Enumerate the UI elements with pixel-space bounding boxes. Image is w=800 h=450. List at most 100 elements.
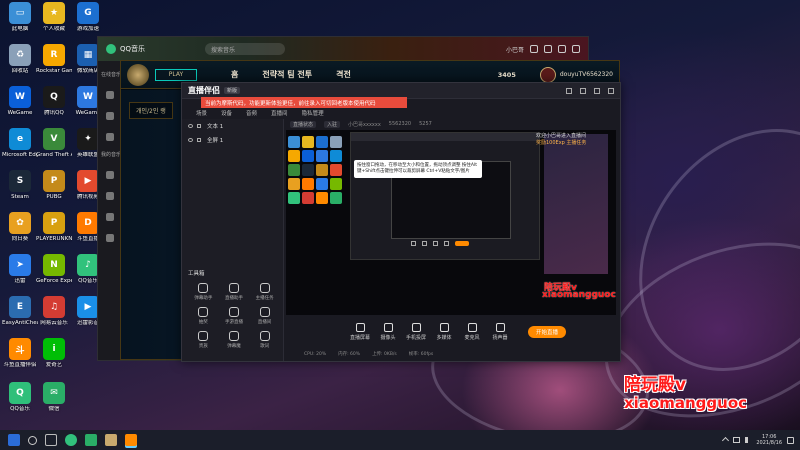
notification-icon[interactable] <box>787 436 794 444</box>
start-live-button[interactable]: 开始直播 <box>528 326 567 338</box>
desktop-icon-label: 向日葵 <box>11 236 29 242</box>
recent-icon[interactable] <box>106 234 114 242</box>
lol-avatar[interactable] <box>539 66 556 83</box>
desktop-icon[interactable]: ★ 个人收藏 <box>36 2 72 33</box>
lol-play-button[interactable]: PLAY <box>155 68 197 81</box>
desktop-icon[interactable]: P PUBG <box>36 170 72 201</box>
eye-icon[interactable] <box>188 124 193 128</box>
scene-item[interactable]: 文本 1 <box>182 119 283 133</box>
radio-icon[interactable] <box>106 133 114 141</box>
app-icon: P <box>43 212 65 234</box>
zhibo-window[interactable]: 直播伴侣 新版 当前为摩斯代码，功能更新体验更佳，前往录入可切回老版本使用代码 … <box>181 82 621 362</box>
tab-room[interactable]: 直播间 <box>271 109 288 119</box>
desktop-icon[interactable]: ➤ 迅雷 <box>2 254 38 285</box>
source-button[interactable]: 手机投屏 <box>402 323 430 341</box>
desktop-icon-label: QQ音乐 <box>10 406 30 412</box>
lock-icon[interactable] <box>197 124 201 128</box>
tool-icon <box>198 307 209 317</box>
desktop-icon[interactable]: ▭ 此电脑 <box>2 2 38 33</box>
desktop-icon[interactable]: ♻ 回收站 <box>2 44 38 75</box>
desktop-icon[interactable]: P PLAYERUNKNOWN'S BATTLEGROUNDS <box>36 212 72 243</box>
volume-icon[interactable] <box>745 437 751 443</box>
toolbox-item[interactable]: 弹幕魔 <box>219 331 250 349</box>
desktop-icon[interactable]: Q 腾讯QQ <box>36 86 72 117</box>
toolbox-item[interactable]: 贵族 <box>188 331 219 349</box>
qqmusic-user[interactable]: 小巴哥 <box>506 45 524 54</box>
menu-icon[interactable] <box>566 87 572 94</box>
tray-chevron-icon[interactable] <box>722 436 730 444</box>
search-icon[interactable] <box>28 435 37 445</box>
tab-scene[interactable]: 场景 <box>196 109 207 119</box>
eye-icon[interactable] <box>188 138 193 142</box>
desktop-icon[interactable]: ♫ 网易云音乐 <box>36 296 72 327</box>
desktop-icon[interactable]: V Grand Theft Auto V <box>36 128 72 159</box>
source-button[interactable]: 麦克风 <box>458 323 486 341</box>
toolbox-item[interactable]: 直播助手 <box>219 283 250 301</box>
network-icon[interactable] <box>733 437 741 443</box>
start-button[interactable] <box>8 434 20 446</box>
desktop-icon[interactable]: W WeGame <box>2 86 38 117</box>
zhibo-preview-canvas[interactable]: 按住窗口拖动，在移动至大小和位置，拖动顶点调整 按住Alt键+Shift点击键拉… <box>286 130 616 315</box>
favorite-icon[interactable] <box>106 171 114 179</box>
skin-icon[interactable] <box>530 45 538 53</box>
desktop-icon[interactable]: Q QQ音乐 <box>2 382 38 413</box>
toolbox-item[interactable]: 歌词 <box>249 331 280 349</box>
lock-icon[interactable] <box>197 138 201 142</box>
source-button[interactable]: 扬声器 <box>486 323 514 341</box>
lol-queue-label[interactable]: 개인/2인 랭 <box>129 102 173 119</box>
preview-app-icon <box>330 150 342 162</box>
tab-privacy[interactable]: 隐私管理 <box>302 109 324 119</box>
scene-item[interactable]: 全屏 1 <box>182 133 283 147</box>
video-icon[interactable] <box>106 112 114 120</box>
source-button[interactable]: 多媒体 <box>430 323 458 341</box>
music-hall-icon[interactable] <box>106 91 114 99</box>
wechat-taskbar-icon[interactable] <box>85 434 97 446</box>
zhibo-notice-banner[interactable]: 当前为摩斯代码，功能更新体验更佳，前往录入可切回老版本使用代码 <box>201 97 407 108</box>
desktop-icon-label: Microsoft Edge <box>2 152 38 158</box>
zhibo-taskbar-icon[interactable] <box>125 434 137 446</box>
toolbox-item[interactable]: 手游直播 <box>219 307 250 325</box>
desktop-icon[interactable]: ✉ 微信 <box>36 382 72 413</box>
desktop-icon[interactable]: E EasyAntiCheat <box>2 296 38 327</box>
minimize-icon[interactable] <box>558 45 566 53</box>
clock[interactable]: 17:06 2021/8/16 <box>756 434 782 446</box>
minimize-icon[interactable] <box>580 87 586 94</box>
toolbox-item[interactable]: 主播任务 <box>249 283 280 301</box>
source-button[interactable]: 摄像头 <box>374 323 402 341</box>
qqmusic-search-input[interactable]: 搜索音乐 <box>205 43 286 55</box>
tab-audio[interactable]: 音频 <box>246 109 257 119</box>
toolbox-item[interactable]: 直播间 <box>249 307 280 325</box>
toolbox-item[interactable]: 抽奖 <box>188 307 219 325</box>
download-icon[interactable] <box>106 213 114 221</box>
app-icon: N <box>43 254 65 276</box>
desktop-icon[interactable]: ✿ 向日葵 <box>2 212 38 243</box>
app-icon: E <box>9 296 31 318</box>
desktop-icon[interactable]: i 爱奇艺 <box>36 338 72 369</box>
qqmusic-logo-icon <box>106 44 116 54</box>
lol-nav-tft[interactable]: 전략적 팀 전투 <box>262 69 312 80</box>
desktop-icon[interactable]: e Microsoft Edge <box>2 128 38 159</box>
tab-device[interactable]: 设备 <box>221 109 232 119</box>
qqmusic-taskbar-icon[interactable] <box>65 434 77 446</box>
close-icon[interactable] <box>572 45 580 53</box>
desktop-icon[interactable]: R Rockstar Games <box>36 44 72 75</box>
lol-nav-home[interactable]: 홈 <box>231 69 238 80</box>
close-icon[interactable] <box>608 87 614 94</box>
toolbox-item[interactable]: 弹幕助手 <box>188 283 219 301</box>
taskview-icon[interactable] <box>45 434 57 446</box>
source-button[interactable]: 直播屏幕 <box>346 323 374 341</box>
qqmusic-titlebar[interactable]: QQ音乐 搜索音乐 小巴哥 <box>98 37 588 61</box>
local-icon[interactable] <box>106 192 114 200</box>
source-icon <box>467 323 477 332</box>
desktop-icon[interactable]: S Steam <box>2 170 38 201</box>
desktop-icon[interactable]: 斗斗鱼直播伴侣 <box>2 338 38 369</box>
settings-icon[interactable] <box>544 45 552 53</box>
maximize-icon[interactable] <box>594 87 600 94</box>
preview-app-icon <box>330 192 342 204</box>
lol-nav-clash[interactable]: 격전 <box>336 69 351 80</box>
watermark-small-id: xiaomangguoc <box>542 290 616 300</box>
desktop-icon[interactable]: G 游戏加速 <box>70 2 106 33</box>
zhibo-title: 直播伴侣 <box>188 86 220 95</box>
lol-taskbar-icon[interactable] <box>105 434 117 446</box>
desktop-icon[interactable]: N GeForce Experience <box>36 254 72 285</box>
